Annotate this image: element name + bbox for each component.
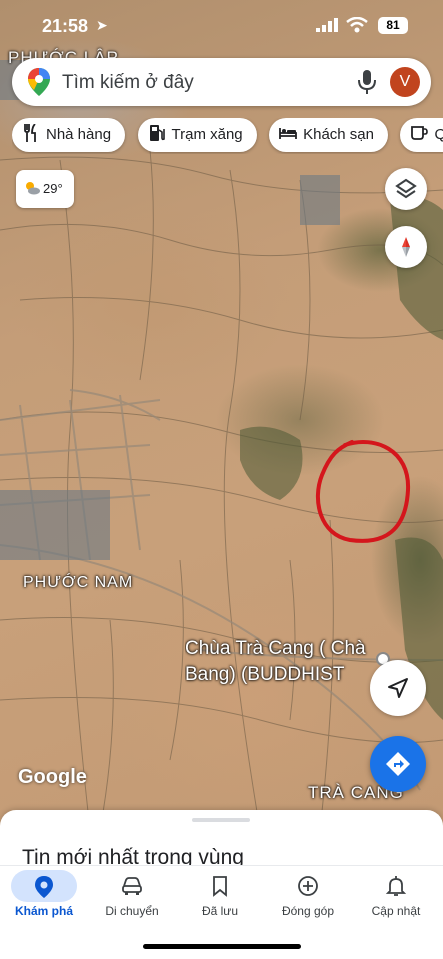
compass-icon <box>402 237 410 257</box>
tab-label: Di chuyển <box>105 904 159 918</box>
google-maps-pin-icon <box>28 68 50 96</box>
layers-icon <box>395 178 417 199</box>
chip-cafes[interactable]: Quán <box>400 118 443 152</box>
sheet-grabber[interactable] <box>192 818 250 822</box>
chip-label: Nhà hàng <box>46 126 112 143</box>
chip-restaurants[interactable]: Nhà hàng <box>12 118 126 152</box>
status-bar: 21:58 ➤ 81 <box>0 0 443 50</box>
sheet-heading: Tin mới nhất trong vùng <box>22 846 244 866</box>
tab-label: Đóng góp <box>281 904 335 918</box>
directions-icon <box>386 752 410 776</box>
microphone-icon[interactable] <box>358 70 376 94</box>
chip-gas-stations[interactable]: Trạm xăng <box>137 118 257 152</box>
tab-explore[interactable]: Khám phá <box>0 866 88 926</box>
coffee-cup-icon <box>411 126 429 140</box>
fork-knife-icon <box>24 124 36 142</box>
category-chips: Nhà hàng Trạm xăng Khách sạn Quán <box>12 118 443 154</box>
partly-cloudy-icon <box>26 182 40 195</box>
add-circle-icon <box>298 876 318 896</box>
battery-icon: 81 <box>378 17 408 34</box>
weather-temp: 29° <box>43 181 63 196</box>
tab-updates[interactable]: Cập nhật <box>352 866 440 926</box>
map-label-phuoc-nam[interactable]: PHƯỚC NAM <box>23 574 133 592</box>
layers-button[interactable] <box>385 168 427 210</box>
red-circle-annotation <box>315 440 411 543</box>
location-arrow-icon: ➤ <box>96 17 108 33</box>
bell-icon <box>385 876 407 896</box>
search-bar[interactable]: Tìm kiếm ở đây V <box>12 58 431 106</box>
bed-icon <box>279 128 298 139</box>
map-label-chua-tra-cang[interactable]: Chùa Trà Cang ( Chà Bang) (BUDDHIST <box>185 636 385 688</box>
chip-label: Khách sạn <box>303 126 374 143</box>
my-location-button[interactable] <box>370 660 426 716</box>
google-logo: Google <box>18 766 87 788</box>
tab-commute[interactable]: Di chuyển <box>88 866 176 926</box>
car-icon <box>122 877 142 895</box>
bookmark-icon <box>213 876 227 897</box>
tab-saved[interactable]: Đã lưu <box>176 866 264 926</box>
tab-label: Đã lưu <box>201 904 239 918</box>
chip-label: Quán <box>434 126 443 143</box>
chip-label: Trạm xăng <box>171 126 243 143</box>
weather-badge[interactable]: 29° <box>16 170 74 208</box>
explore-pin-icon <box>35 876 53 898</box>
account-avatar[interactable]: V <box>390 67 420 97</box>
directions-button[interactable] <box>370 736 426 792</box>
wifi-icon <box>346 17 368 33</box>
home-indicator[interactable] <box>143 944 301 949</box>
gas-pump-icon <box>149 125 165 141</box>
chip-hotels[interactable]: Khách sạn <box>269 118 388 152</box>
cellular-signal-icon <box>316 18 338 32</box>
tab-label: Cập nhật <box>371 904 421 918</box>
status-time: 21:58 <box>42 16 89 36</box>
tab-contribute[interactable]: Đóng góp <box>264 866 352 926</box>
compass-button[interactable] <box>385 226 427 268</box>
tab-label: Khám phá <box>14 904 73 918</box>
navigation-arrow-icon <box>388 678 408 698</box>
search-input[interactable]: Tìm kiếm ở đây <box>62 72 194 94</box>
